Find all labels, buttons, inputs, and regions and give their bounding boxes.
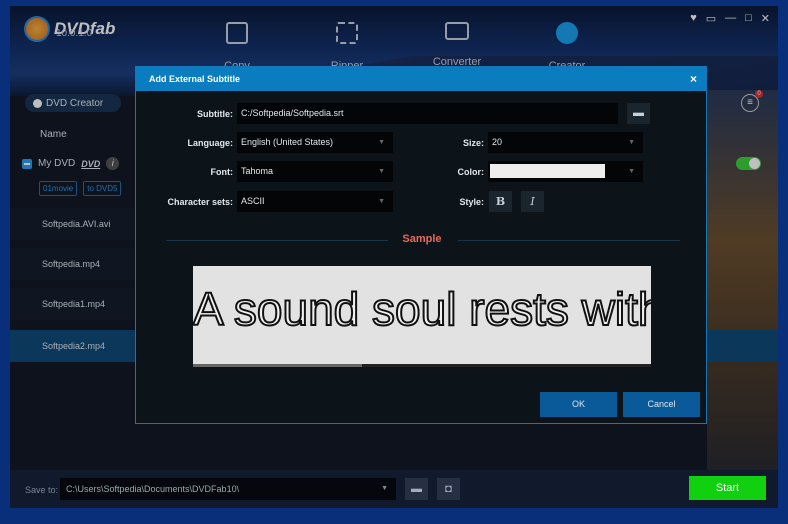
save-path: C:\Users\Softpedia\Documents\DVDFab10\ bbox=[66, 484, 240, 494]
sample-text: A sound soul rests with bbox=[193, 282, 651, 336]
font-select[interactable]: Tahoma ▼ bbox=[237, 161, 393, 182]
language-select[interactable]: English (United States) ▼ bbox=[237, 132, 393, 153]
bold-button[interactable]: B bbox=[489, 191, 512, 212]
scrollbar-thumb[interactable] bbox=[193, 364, 363, 367]
chevron-down-icon: ▼ bbox=[628, 139, 635, 146]
add-subtitle-dialog: Add External Subtitle × Subtitle: C:/Soft… bbox=[135, 66, 707, 424]
chevron-down-icon: ▼ bbox=[378, 168, 385, 175]
save-path-input[interactable]: C:\Users\Softpedia\Documents\DVDFab10\ ▼ bbox=[60, 478, 396, 500]
preview-scrollbar[interactable] bbox=[193, 364, 651, 367]
folder-icon[interactable]: ▬ bbox=[405, 478, 428, 500]
color-swatch bbox=[490, 164, 605, 178]
charset-select[interactable]: ASCII ▼ bbox=[237, 191, 393, 212]
chevron-down-icon: ▼ bbox=[378, 139, 385, 146]
style-label: Style: bbox=[459, 197, 484, 207]
subtitle-label: Subtitle: bbox=[197, 109, 233, 119]
start-button[interactable]: Start bbox=[689, 476, 766, 500]
color-select[interactable]: ▼ bbox=[488, 161, 643, 182]
language-value: English (United States) bbox=[241, 137, 334, 147]
subtitle-path-input[interactable]: C:/Softpedia/Softpedia.srt bbox=[237, 103, 618, 124]
close-icon[interactable]: × bbox=[690, 67, 697, 91]
bottom-bar: Save to: C:\Users\Softpedia\Documents\DV… bbox=[10, 470, 778, 508]
charset-label: Character sets: bbox=[167, 197, 233, 207]
browse-folder-icon[interactable]: ▬ bbox=[627, 103, 650, 124]
cancel-button[interactable]: Cancel bbox=[623, 392, 700, 417]
save-to-label: Save to: bbox=[25, 485, 59, 495]
language-label: Language: bbox=[187, 138, 233, 148]
chevron-down-icon: ▼ bbox=[378, 198, 385, 205]
iso-icon[interactable]: ◘ bbox=[437, 478, 460, 500]
charset-value: ASCII bbox=[241, 196, 265, 206]
size-select[interactable]: 20 ▼ bbox=[488, 132, 643, 153]
sample-preview: A sound soul rests with bbox=[193, 266, 651, 364]
dialog-title: Add External Subtitle bbox=[149, 74, 241, 84]
font-label: Font: bbox=[210, 167, 234, 177]
font-value: Tahoma bbox=[241, 166, 274, 176]
subtitle-path: C:/Softpedia/Softpedia.srt bbox=[241, 108, 344, 118]
dialog-title-bar: Add External Subtitle × bbox=[136, 67, 706, 91]
size-label: Size: bbox=[462, 138, 484, 148]
chevron-down-icon: ▼ bbox=[628, 168, 635, 175]
chevron-down-icon[interactable]: ▼ bbox=[381, 478, 388, 500]
ok-button[interactable]: OK bbox=[540, 392, 617, 417]
size-value: 20 bbox=[492, 137, 503, 147]
italic-button[interactable]: I bbox=[521, 191, 544, 212]
color-label: Color: bbox=[457, 167, 485, 177]
sample-label: Sample bbox=[402, 233, 442, 245]
